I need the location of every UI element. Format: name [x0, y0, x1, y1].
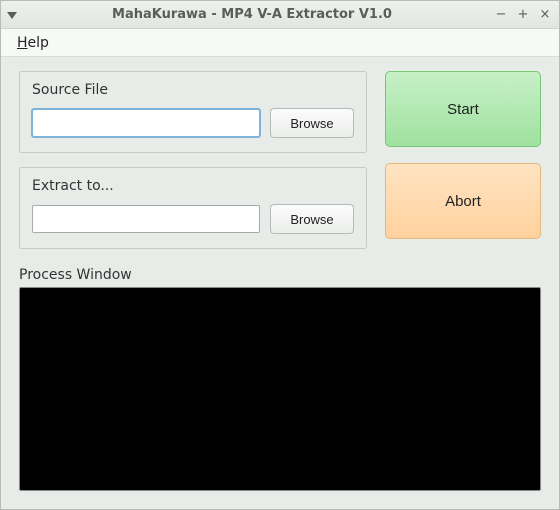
menu-help-mnemonic: H	[17, 35, 28, 51]
process-window-output	[19, 287, 541, 491]
window-menu-icon[interactable]	[7, 10, 17, 20]
right-column: Start Abort	[385, 71, 541, 249]
extract-to-group: Extract to... Browse	[19, 167, 367, 249]
content-area: Source File Browse Extract to... Browse …	[1, 57, 559, 509]
maximize-button[interactable]: +	[515, 7, 531, 23]
app-window: MahaKurawa - MP4 V-A Extractor V1.0 − + …	[0, 0, 560, 510]
minimize-button[interactable]: −	[493, 7, 509, 23]
extract-to-label: Extract to...	[32, 178, 354, 194]
left-column: Source File Browse Extract to... Browse	[19, 71, 367, 249]
source-file-row: Browse	[32, 108, 354, 138]
close-button[interactable]: ×	[537, 7, 553, 23]
menu-help-rest: elp	[28, 35, 49, 51]
menubar: Help	[1, 29, 559, 57]
extract-browse-button[interactable]: Browse	[270, 204, 354, 234]
extract-to-row: Browse	[32, 204, 354, 234]
source-file-label: Source File	[32, 82, 354, 98]
top-row: Source File Browse Extract to... Browse …	[19, 71, 541, 249]
abort-button[interactable]: Abort	[385, 163, 541, 239]
source-file-group: Source File Browse	[19, 71, 367, 153]
source-browse-button[interactable]: Browse	[270, 108, 354, 138]
menu-help[interactable]: Help	[11, 32, 55, 54]
start-button[interactable]: Start	[385, 71, 541, 147]
source-file-input[interactable]	[32, 109, 260, 137]
extract-to-input[interactable]	[32, 205, 260, 233]
titlebar: MahaKurawa - MP4 V-A Extractor V1.0 − + …	[1, 1, 559, 29]
process-window-label: Process Window	[19, 267, 541, 283]
window-title: MahaKurawa - MP4 V-A Extractor V1.0	[17, 7, 487, 22]
